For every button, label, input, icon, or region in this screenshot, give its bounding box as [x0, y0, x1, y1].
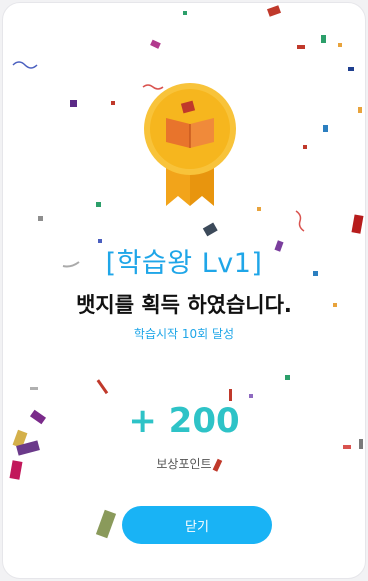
close-button[interactable]: 닫기 — [122, 506, 272, 544]
book-medal-icon — [144, 83, 236, 206]
badge-message: 뱃지를 획득 하였습니다. — [76, 293, 292, 317]
reward-points-label: 보상포인트 — [156, 457, 212, 471]
badge-title: [학습왕 Lv1] — [105, 248, 263, 279]
reward-points: + 200 — [128, 401, 240, 441]
badge-dialog: [학습왕 Lv1] 뱃지를 획득 하였습니다. 학습시작 10회 달성 + 20… — [2, 2, 366, 579]
badge-condition: 학습시작 10회 달성 — [133, 327, 235, 341]
